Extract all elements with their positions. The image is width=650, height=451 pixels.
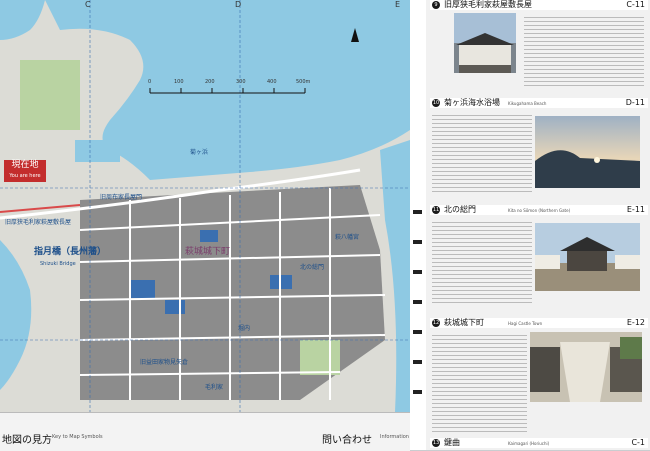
place-label-gate: 北の総門 <box>300 264 325 271</box>
entry-number: 13 <box>432 439 440 447</box>
entry-photo <box>454 13 516 73</box>
entry-header: 13 鍵曲 Kaimagari (Horiuchi) C-1 <box>430 438 648 448</box>
entry-title: 北の総門 <box>444 205 476 214</box>
entry-map-code: E-12 <box>626 318 645 327</box>
entry-description <box>432 332 527 432</box>
place-label-residence: 旧厚狭毛利家萩屋敷長屋 <box>5 219 72 226</box>
scale-tick: 300 <box>236 79 246 85</box>
scale-tick: 400 <box>267 79 277 85</box>
grid-column-label: C <box>85 0 91 9</box>
entry-photo <box>535 223 640 291</box>
entry-title-en: Kikugahama Beach <box>508 101 547 106</box>
house-photo-graphic <box>454 13 516 73</box>
attraction-entry: 13 鍵曲 Kaimagari (Horiuchi) C-1 <box>430 438 648 450</box>
entry-photo <box>530 332 642 402</box>
bullet-marker <box>413 300 422 304</box>
entry-number: 11 <box>432 206 440 214</box>
attraction-entry: 10 菊ヶ浜海水浴場 Kikugahama Beach D-11 <box>430 98 648 198</box>
entry-header: 12 萩城城下町 Hagi Castle Town E-12 <box>430 318 648 328</box>
legend-subtitle: Key to Map Symbols <box>52 434 103 440</box>
place-label-mori: 毛利家 <box>205 384 224 391</box>
bullet-marker <box>413 210 422 214</box>
contact-subtitle: Information <box>380 434 409 440</box>
entry-title: 萩城城下町 <box>444 318 484 327</box>
scale-tick: 100 <box>174 79 184 85</box>
place-label-bridge-en: Shizuki Bridge <box>40 261 76 267</box>
bullet-marker <box>413 330 422 334</box>
entry-header: 11 北の総門 Kita no Sōmon (Northern Gate) E-… <box>430 205 648 215</box>
entry-title-en: Hagi Castle Town <box>508 321 543 326</box>
entry-header: 9 旧厚狭毛利家萩屋敷長屋 C-11 <box>430 0 648 10</box>
panel-margin <box>410 0 426 450</box>
place-label-horiuchi: 堀内 <box>238 325 251 332</box>
entry-title: 菊ヶ浜海水浴場 <box>444 98 500 107</box>
bullet-marker <box>413 270 422 274</box>
entry-title: 鍵曲 <box>444 438 460 447</box>
entry-map-code: D-11 <box>625 98 645 107</box>
bullet-marker <box>413 240 422 244</box>
map-footer: 地図の見方 Key to Map Symbols 問い合わせ Informati… <box>0 412 410 451</box>
gate-photo-graphic <box>535 223 640 291</box>
entry-title-en: Kaimagari (Horiuchi) <box>508 441 550 446</box>
entry-description <box>432 112 532 194</box>
entry-map-code: C-11 <box>626 0 645 9</box>
scale-tick: 200 <box>205 79 215 85</box>
place-label-masuda: 旧益田家物見矢倉 <box>140 359 189 366</box>
place-label-castle-town: 萩城城下町 <box>185 247 231 257</box>
street-photo-graphic <box>530 332 642 402</box>
entry-title: 旧厚狭毛利家萩屋敷長屋 <box>444 0 532 9</box>
legend-title: 地図の見方 <box>2 435 52 446</box>
attraction-entry: 11 北の総門 Kita no Sōmon (Northern Gate) E-… <box>430 205 648 310</box>
entry-number: 10 <box>432 99 440 107</box>
entry-map-code: C-1 <box>631 438 645 447</box>
attraction-entry: 9 旧厚狭毛利家萩屋敷長屋 C-11 <box>430 0 648 96</box>
map-graphic <box>0 0 410 412</box>
bullet-marker <box>413 360 422 364</box>
entry-photo <box>535 116 640 188</box>
area-map[interactable]: C D E 0 100 200 300 400 500m 現在地 You are… <box>0 0 410 412</box>
entry-header: 10 菊ヶ浜海水浴場 Kikugahama Beach D-11 <box>430 98 648 108</box>
scale-tick: 0 <box>148 79 152 85</box>
entry-map-code: E-11 <box>626 205 645 214</box>
place-label-suo: 旧周布家長屋門 <box>100 194 143 201</box>
grid-column-label: D <box>235 0 242 9</box>
place-label-bridge: 指月橋（長州藩） <box>34 247 107 257</box>
sunset-photo-graphic <box>535 116 640 188</box>
you-are-here-marker: 現在地 You are here <box>4 160 46 182</box>
you-are-here-label-en: You are here <box>9 173 41 179</box>
tourist-map-board: C D E 0 100 200 300 400 500m 現在地 You are… <box>0 0 650 451</box>
attraction-entry: 12 萩城城下町 Hagi Castle Town E-12 <box>430 318 648 436</box>
entry-number: 9 <box>432 1 440 9</box>
place-label-shrine: 萩八幡宮 <box>335 234 360 241</box>
you-are-here-label: 現在地 <box>11 160 39 170</box>
grid-column-label: E <box>395 0 401 9</box>
entry-number: 12 <box>432 319 440 327</box>
contact-title: 問い合わせ <box>322 435 372 446</box>
entry-title-en: Kita no Sōmon (Northern Gate) <box>508 208 571 213</box>
place-label-beach: 菊ヶ浜 <box>190 149 209 156</box>
bullet-marker <box>413 390 422 394</box>
scale-tick: 500m <box>296 79 311 85</box>
entry-description <box>432 219 532 304</box>
attractions-panel: 9 旧厚狭毛利家萩屋敷長屋 C-11 10 菊ヶ浜海水浴場 Kikugahama… <box>410 0 650 450</box>
entry-description <box>524 14 644 89</box>
